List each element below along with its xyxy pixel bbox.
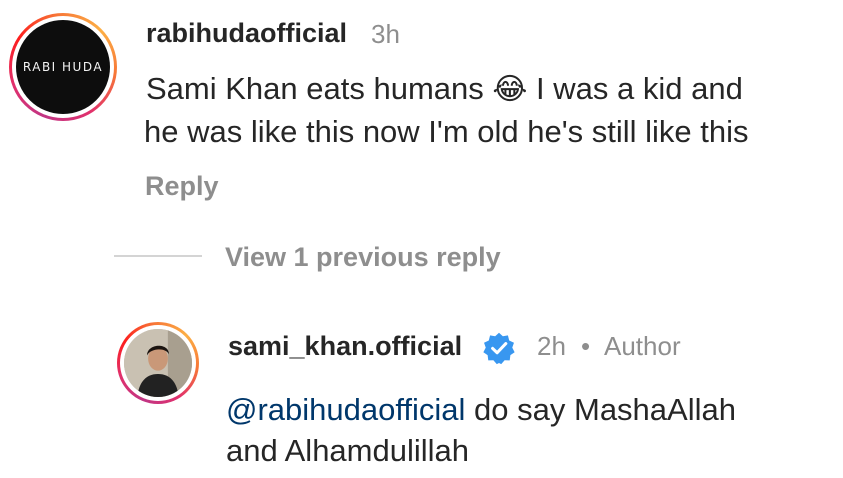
reply-text-line-1: @rabihudaofficial do say MashaAllah [226, 392, 736, 428]
comment-time: 3h [371, 19, 400, 49]
comment-text-part: Sami Khan eats humans [146, 71, 493, 106]
comment-avatar[interactable]: RABI HUDA [9, 13, 117, 121]
verified-badge-icon [482, 331, 516, 365]
view-previous-replies-link[interactable]: View 1 previous reply [225, 242, 501, 273]
reply-button[interactable]: Reply [145, 171, 219, 202]
comment-username[interactable]: rabihudaofficial [146, 18, 347, 49]
comment-text-part: I was a kid and [527, 71, 743, 106]
laughing-emoji-icon: 😂 [492, 73, 528, 106]
reply-avatar[interactable] [117, 322, 199, 404]
profile-photo [124, 329, 192, 397]
logo-text: RABI HUDA [22, 60, 104, 74]
thread-divider-line [114, 255, 202, 257]
avatar-gap [120, 325, 196, 401]
reply-time: 2h [537, 331, 566, 361]
reply-text-part: do say MashaAllah [465, 392, 736, 427]
mention-link[interactable]: @rabihudaofficial [226, 392, 465, 427]
comment-text-line-2: he was like this now I'm old he's still … [144, 114, 749, 149]
reply-username[interactable]: sami_khan.official [228, 331, 462, 362]
comment-text-line-1: Sami Khan eats humans 😂 I was a kid and [146, 71, 743, 107]
reply-text-line-2: and Alhamdulillah [226, 433, 470, 468]
separator-dot: • [581, 331, 591, 361]
rabihuda-logo: RABI HUDA [16, 20, 110, 114]
person-photo-icon [124, 329, 192, 397]
avatar-gap: RABI HUDA [12, 16, 114, 118]
author-label: Author [604, 331, 681, 361]
